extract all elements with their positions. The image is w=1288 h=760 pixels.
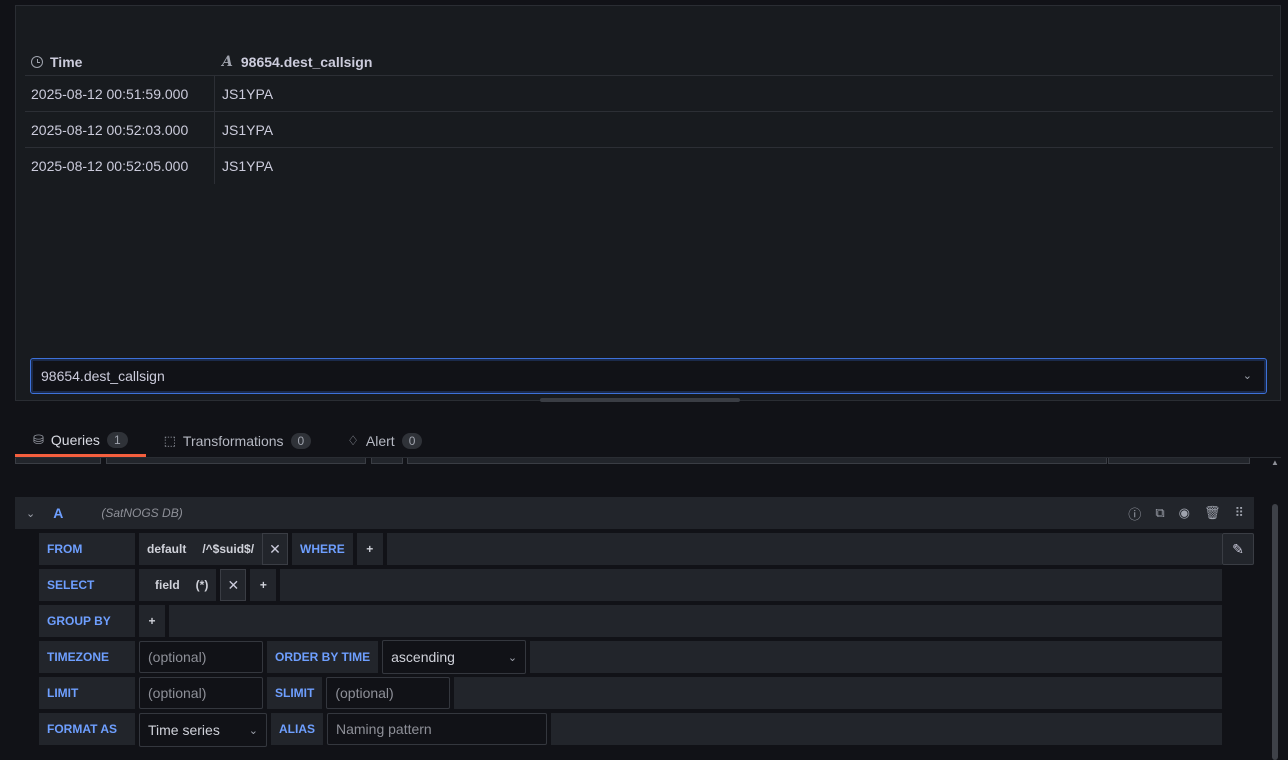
clock-icon xyxy=(31,55,43,68)
alias-keyword: ALIAS xyxy=(271,713,323,745)
tab-label: Queries xyxy=(50,431,100,448)
slimit-input[interactable]: (optional) xyxy=(326,677,451,709)
add-select-button[interactable]: + xyxy=(250,569,277,601)
tab-count-badge: 0 xyxy=(290,433,312,449)
editor-tabs: ⛁ Queries 1 ⬚ Transformations 0 ♢ Alert … xyxy=(15,425,440,457)
select-field-segment[interactable]: field xyxy=(139,569,188,601)
table-row: 2025-08-12 00:52:05.000 JS1YPA xyxy=(25,148,1273,184)
chevron-down-icon[interactable]: ⌄ xyxy=(26,507,35,520)
panel-preview: Time A 98654.dest_callsign 2025-08-12 00… xyxy=(15,5,1281,401)
format-row-filler xyxy=(551,713,1222,745)
select-row-filler xyxy=(280,569,1222,601)
help-icon[interactable]: ⓘ xyxy=(1128,504,1141,523)
column-header-time[interactable]: Time xyxy=(25,48,215,75)
query-datasource: (SatNOGS DB) xyxy=(101,506,183,520)
toolbar-edge xyxy=(15,458,101,464)
group-by-row: GROUP BY + xyxy=(39,605,1222,637)
slimit-keyword: SLIMIT xyxy=(267,677,323,709)
table-cell-value: JS1YPA xyxy=(222,158,274,174)
tab-queries[interactable]: ⛁ Queries 1 xyxy=(15,425,146,457)
toolbar-edge xyxy=(371,458,403,464)
order-by-time-keyword: ORDER BY TIME xyxy=(267,641,379,673)
chevron-down-icon: ⌄ xyxy=(1242,370,1252,382)
remove-select-button[interactable]: ✕ xyxy=(220,569,247,601)
toolbar-edge xyxy=(106,458,366,464)
format-row: FORMAT AS Time series ⌄ ALIAS Naming pat… xyxy=(39,713,1222,747)
add-group-by-button[interactable]: + xyxy=(139,605,165,637)
order-by-time-value: ascending xyxy=(391,649,455,665)
timezone-keyword: TIMEZONE xyxy=(39,641,135,673)
select-keyword: SELECT xyxy=(39,569,135,601)
remove-measurement-button[interactable]: ✕ xyxy=(262,533,289,565)
limit-row-filler xyxy=(454,677,1222,709)
toolbar-edge xyxy=(1108,458,1250,464)
table-row: 2025-08-12 00:52:03.000 JS1YPA xyxy=(25,112,1273,148)
timezone-row-filler xyxy=(530,641,1222,673)
alias-input[interactable]: Naming pattern xyxy=(327,713,547,745)
tab-count-badge: 1 xyxy=(106,431,128,448)
eye-icon[interactable]: ◉ xyxy=(1179,505,1190,521)
tab-label: Transformations xyxy=(182,433,284,449)
table-cell-time: 2025-08-12 00:52:03.000 xyxy=(25,112,215,147)
table-header: Time A 98654.dest_callsign xyxy=(25,48,1273,76)
from-row-filler xyxy=(386,533,1222,565)
scrollbar-thumb[interactable] xyxy=(1272,504,1278,760)
query-row-header[interactable]: ⌄ A (SatNOGS DB) ⓘ ⧉ ◉ 🗑 ⠿ xyxy=(15,497,1254,529)
format-as-keyword: FORMAT AS xyxy=(39,713,135,745)
format-as-value: Time series xyxy=(148,722,220,738)
group-by-row-filler xyxy=(169,605,1222,637)
bell-icon: ♢ xyxy=(347,433,359,448)
toolbar-edge xyxy=(407,458,1107,464)
query-name[interactable]: A xyxy=(53,505,63,521)
format-as-select[interactable]: Time series ⌄ xyxy=(139,713,267,747)
table-cell-value: JS1YPA xyxy=(222,85,274,102)
data-table: Time A 98654.dest_callsign 2025-08-12 00… xyxy=(25,48,1273,184)
text-field-icon: A xyxy=(222,53,233,70)
tab-alert[interactable]: ♢ Alert 0 xyxy=(329,425,440,457)
query-editor: ⌄ A (SatNOGS DB) ⓘ ⧉ ◉ 🗑 ⠿ FROM default … xyxy=(15,458,1270,760)
select-row: SELECT field (*) ✕ + xyxy=(39,569,1222,601)
duplicate-icon[interactable]: ⧉ xyxy=(1155,505,1164,521)
editor-scrollbar[interactable]: ▲ xyxy=(1270,458,1280,760)
tab-count-badge: 0 xyxy=(401,433,423,449)
limit-row: LIMIT (optional) SLIMIT (optional) xyxy=(39,677,1222,709)
add-where-button[interactable]: + xyxy=(356,533,383,565)
drag-handle-icon[interactable]: ⠿ xyxy=(1234,505,1244,521)
measurement-segment[interactable]: /^$suid$/ xyxy=(194,533,263,565)
field-select-value: 98654.dest_callsign xyxy=(41,368,165,384)
transform-icon: ⬚ xyxy=(163,433,176,448)
from-keyword: FROM xyxy=(39,533,135,565)
field-select-dropdown[interactable]: 98654.dest_callsign ⌄ xyxy=(30,358,1267,394)
order-by-time-select[interactable]: ascending ⌄ xyxy=(382,640,527,674)
panel-resize-handle[interactable] xyxy=(540,398,740,402)
limit-keyword: LIMIT xyxy=(39,677,135,709)
retention-policy-segment[interactable]: default xyxy=(139,533,195,565)
database-icon: ⛁ xyxy=(33,431,44,447)
tab-transformations[interactable]: ⬚ Transformations 0 xyxy=(146,425,330,457)
edit-query-pencil-icon[interactable]: ✎ xyxy=(1222,533,1254,565)
chevron-down-icon: ⌄ xyxy=(248,724,258,737)
where-keyword: WHERE xyxy=(292,533,353,565)
trash-icon[interactable]: 🗑 xyxy=(1204,505,1221,521)
timezone-input[interactable]: (optional) xyxy=(139,641,263,673)
column-label-time: Time xyxy=(50,53,83,70)
timezone-row: TIMEZONE (optional) ORDER BY TIME ascend… xyxy=(39,640,1222,674)
table-cell-time: 2025-08-12 00:52:05.000 xyxy=(25,148,215,184)
from-row: FROM default /^$suid$/ ✕ WHERE + xyxy=(39,533,1222,565)
scroll-up-arrow-icon[interactable]: ▲ xyxy=(1271,458,1279,467)
table-row: 2025-08-12 00:51:59.000 JS1YPA xyxy=(25,76,1273,112)
table-cell-value: JS1YPA xyxy=(222,121,274,138)
limit-input[interactable]: (optional) xyxy=(139,677,263,709)
query-actions: ⓘ ⧉ ◉ 🗑 ⠿ xyxy=(1128,497,1244,529)
chevron-down-icon: ⌄ xyxy=(507,651,518,664)
column-header-callsign[interactable]: A 98654.dest_callsign xyxy=(215,48,372,75)
scrolled-toolbar-edge xyxy=(15,458,1270,464)
group-by-keyword: GROUP BY xyxy=(39,605,135,637)
column-label-callsign: 98654.dest_callsign xyxy=(240,53,373,70)
select-aggregate-segment[interactable]: (*) xyxy=(187,569,217,601)
table-cell-time: 2025-08-12 00:51:59.000 xyxy=(25,76,215,111)
tab-label: Alert xyxy=(365,433,395,449)
